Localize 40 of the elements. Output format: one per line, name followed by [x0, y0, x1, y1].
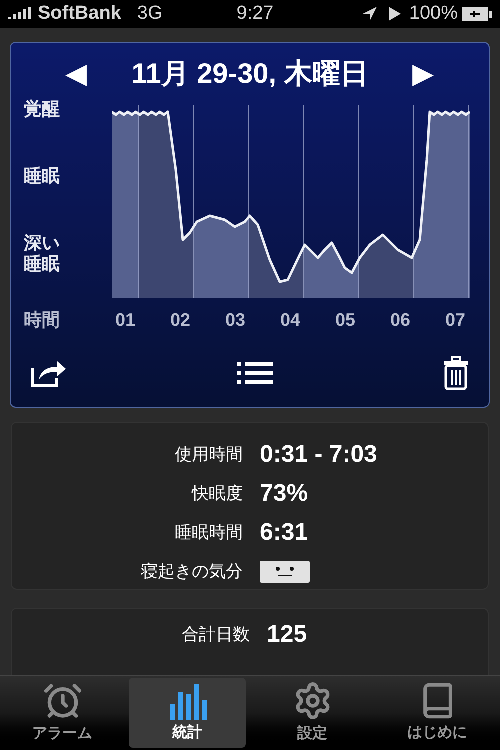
x-axis-title: 時間: [23, 308, 61, 332]
x-axis-label: 03: [224, 308, 247, 332]
signal-icon: [8, 7, 34, 21]
y-axis-label: 深い睡眠: [24, 233, 61, 275]
battery-percent: 100%: [409, 2, 458, 26]
x-axis-label: 04: [279, 308, 302, 332]
next-day-button[interactable]: ▶: [412, 60, 434, 88]
list-icon: [237, 362, 273, 384]
x-axis-label: 01: [114, 308, 137, 332]
tab[interactable]: アラーム: [4, 678, 121, 748]
battery-icon: [462, 6, 492, 22]
date-title: 11月 29-30, 木曜日: [132, 57, 368, 91]
share-icon: [31, 358, 67, 388]
previous-day-button[interactable]: ◀: [66, 60, 88, 88]
play-icon: [389, 7, 402, 21]
y-axis-label: 覚醒: [24, 99, 61, 120]
x-axis-label: 07: [444, 308, 467, 332]
stat-value: 73%: [260, 478, 308, 508]
stat-label: 快眠度: [190, 482, 243, 505]
carrier-name: SoftBank: [38, 2, 122, 26]
network-type: 3G: [137, 2, 163, 26]
location-arrow-icon: [363, 7, 378, 21]
tab[interactable]: はじめに: [379, 678, 496, 748]
stat-label: 使用時間: [174, 444, 243, 466]
x-axis-label: 06: [389, 308, 412, 332]
stat-value: 6:31: [260, 518, 308, 548]
neutral-face-icon: [260, 560, 310, 582]
x-axis-label: 02: [169, 308, 192, 332]
y-axis-label: 睡眠: [24, 166, 61, 186]
trash-icon: [443, 356, 469, 390]
bar-chart-icon: [168, 682, 206, 720]
tab[interactable]: 設定: [254, 678, 371, 748]
total-value: 125: [267, 620, 308, 650]
clock-time: 9:27: [236, 2, 274, 26]
stat-value: 0:31 - 7:03: [260, 440, 378, 470]
tab[interactable]: 統計: [129, 678, 246, 748]
stat-label: 寝起きの気分: [140, 560, 243, 583]
stat-label: 睡眠時間: [174, 522, 243, 544]
x-axis-label: 05: [334, 308, 357, 332]
total-label: 合計日数: [181, 624, 250, 646]
